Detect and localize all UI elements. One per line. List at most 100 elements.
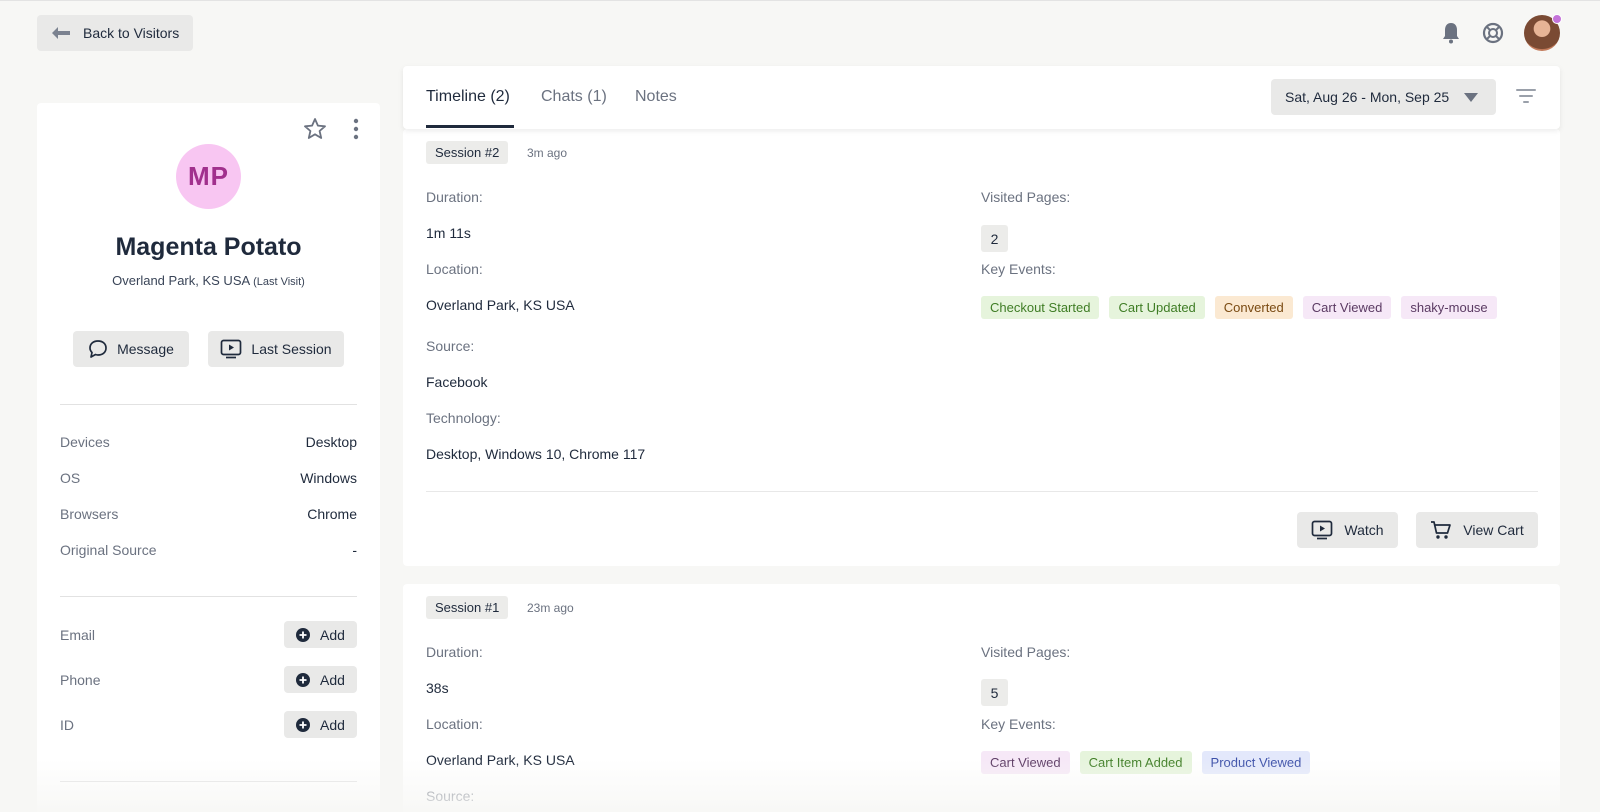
add-label: Add (320, 671, 345, 688)
visitor-location-text: Overland Park, KS USA (112, 273, 250, 288)
add-label: Add (320, 626, 345, 643)
detail-value: Windows (300, 470, 357, 486)
session-card: Session #2 3m ago Duration: 1m 11s Locat… (403, 129, 1560, 566)
caret-down-icon (1464, 93, 1478, 102)
source-label: Source: (426, 338, 475, 354)
visitor-avatar: MP (176, 144, 241, 209)
duration-value: 38s (426, 680, 449, 696)
view-cart-button[interactable]: View Cart (1416, 512, 1538, 548)
filter-icon[interactable] (1516, 88, 1536, 109)
add-label: Add (320, 716, 345, 733)
visitor-name: Magenta Potato (115, 233, 302, 261)
tab-timeline[interactable]: Timeline (2) (426, 88, 510, 106)
message-button[interactable]: Message (73, 331, 189, 367)
key-event-tag: Cart Item Added (1079, 751, 1192, 774)
session-badge: Session #2 (426, 141, 509, 164)
user-avatar[interactable] (1524, 14, 1562, 51)
divider (60, 404, 357, 405)
detail-value: Desktop (305, 434, 357, 450)
location-label: Location: (426, 716, 483, 732)
last-session-label: Last Session (251, 341, 332, 357)
divider (60, 781, 357, 782)
chat-bubble-icon (89, 340, 107, 358)
divider (426, 491, 1538, 492)
key-event-tag: Cart Viewed (981, 751, 1070, 774)
shopping-cart-icon (1431, 521, 1452, 539)
contact-key: ID (60, 716, 74, 733)
key-events-list: Checkout Started Cart Updated Converted … (981, 296, 1507, 319)
last-session-button[interactable]: Last Session (208, 331, 344, 367)
divider (60, 596, 357, 597)
key-events-label: Key Events: (981, 261, 1056, 277)
session-replay-icon (1312, 520, 1333, 540)
detail-row-os: OS Windows (60, 470, 357, 486)
session-time-ago: 3m ago (527, 146, 568, 160)
duration-value: 1m 11s (426, 225, 471, 241)
source-label: Source: (426, 788, 475, 804)
contact-key: Email (60, 626, 96, 643)
top-right-toolbar (1440, 14, 1562, 51)
message-label: Message (117, 341, 174, 357)
detail-key: OS (60, 470, 81, 486)
view-cart-label: View Cart (1463, 522, 1524, 538)
key-event-tag: Checkout Started (981, 296, 1100, 319)
contact-row-email: Email Add (60, 621, 357, 648)
key-events-label: Key Events: (981, 716, 1056, 732)
detail-row-browsers: Browsers Chrome (60, 506, 357, 522)
session-badge: Session #1 (426, 596, 509, 619)
duration-label: Duration: (426, 189, 483, 205)
back-to-visitors-label: Back to Visitors (83, 25, 180, 41)
visited-pages-label: Visited Pages: (981, 644, 1071, 660)
detail-row-original-source: Original Source - (60, 542, 357, 558)
back-to-visitors-button[interactable]: Back to Visitors (37, 15, 193, 51)
key-event-tag: Product Viewed (1201, 751, 1311, 774)
session-time-ago: 23m ago (527, 601, 574, 615)
session-card: Session #1 23m ago Duration: 38s Locatio… (403, 584, 1560, 812)
help-lifebuoy-icon[interactable] (1482, 22, 1504, 44)
watch-label: Watch (1344, 522, 1384, 538)
date-range-label: Sat, Aug 26 - Mon, Sep 25 (1285, 89, 1450, 105)
key-event-tag: Converted (1214, 296, 1293, 319)
star-icon[interactable] (303, 117, 327, 146)
technology-value: Desktop, Windows 10, Chrome 117 (426, 446, 646, 462)
watch-button[interactable]: Watch (1297, 512, 1398, 548)
detail-key: Devices (60, 434, 110, 450)
key-event-tag: shaky-mouse (1401, 296, 1497, 319)
timeline-tabs-bar: Timeline (2) Chats (1) Notes Sat, Aug 26… (403, 66, 1560, 129)
duration-label: Duration: (426, 644, 483, 660)
key-event-tag: Cart Updated (1109, 296, 1205, 319)
detail-value: Chrome (307, 506, 357, 522)
add-phone-button[interactable]: Add (284, 666, 357, 693)
more-options-icon[interactable] (353, 117, 359, 146)
visited-pages-count: 5 (981, 679, 1008, 706)
detail-row-devices: Devices Desktop (60, 434, 357, 450)
plus-circle-icon (296, 672, 311, 687)
plus-circle-icon (296, 717, 311, 732)
contact-key: Phone (60, 671, 101, 688)
status-dot (1552, 14, 1562, 24)
add-id-button[interactable]: Add (284, 711, 357, 738)
visitor-location: Overland Park, KS USA (Last Visit) (37, 273, 380, 288)
source-value: Facebook (426, 374, 488, 390)
detail-value: - (352, 542, 357, 558)
detail-key: Browsers (60, 506, 119, 522)
tab-chats[interactable]: Chats (1) (541, 88, 607, 106)
detail-key: Original Source (60, 542, 157, 558)
contact-row-phone: Phone Add (60, 666, 357, 693)
location-value: Overland Park, KS USA (426, 297, 575, 313)
add-email-button[interactable]: Add (284, 621, 357, 648)
arrow-left-icon (52, 27, 70, 39)
active-tab-indicator (426, 125, 514, 128)
plus-circle-icon (296, 627, 311, 642)
contact-row-id: ID Add (60, 711, 357, 738)
session-replay-icon (221, 339, 242, 359)
key-events-list: Cart Viewed Cart Item Added Product View… (981, 751, 1320, 774)
visitor-location-note: (Last Visit) (253, 276, 305, 288)
bell-icon[interactable] (1440, 22, 1462, 44)
visitor-profile-card: MP Magenta Potato Overland Park, KS USA … (37, 103, 380, 812)
technology-label: Technology: (426, 410, 501, 426)
visited-pages-count: 2 (981, 225, 1008, 252)
date-range-picker[interactable]: Sat, Aug 26 - Mon, Sep 25 (1271, 79, 1496, 115)
tab-notes[interactable]: Notes (635, 88, 677, 106)
location-label: Location: (426, 261, 483, 277)
